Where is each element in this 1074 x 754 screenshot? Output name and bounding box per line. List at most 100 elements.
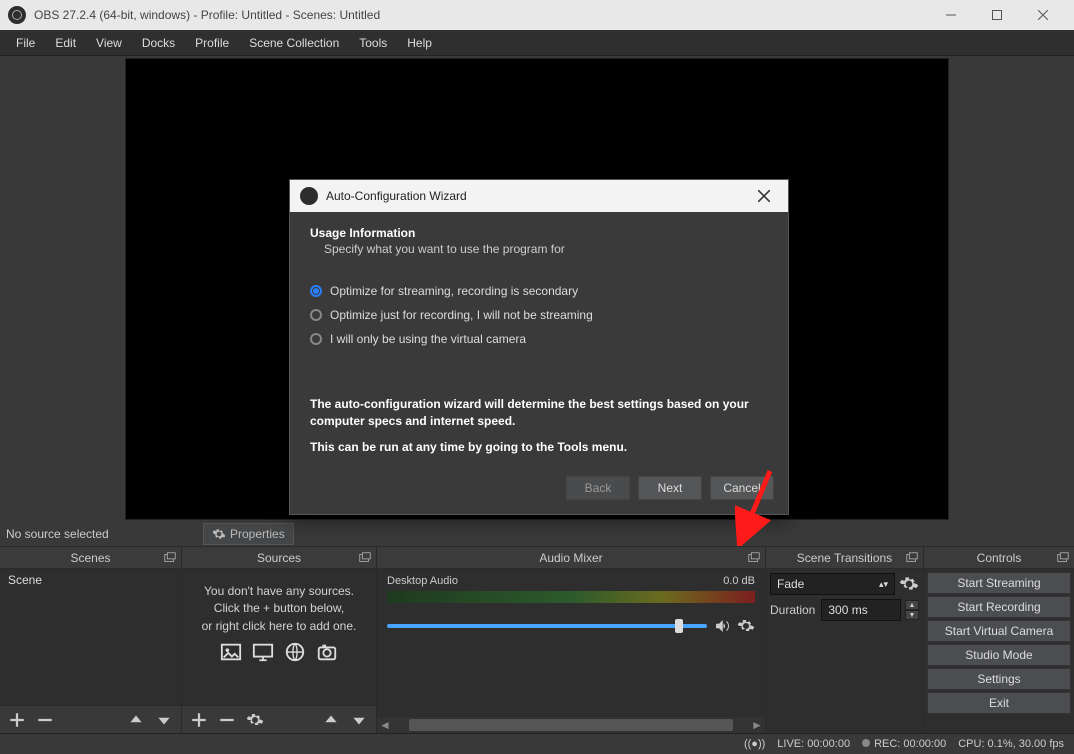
auto-config-wizard-dialog: Auto-Configuration Wizard Usage Informat… <box>289 179 789 515</box>
status-live: LIVE: 00:00:00 <box>777 738 850 750</box>
broadcast-icon: ((●)) <box>744 738 765 750</box>
gear-icon <box>212 527 226 541</box>
status-bar: ((●)) LIVE: 00:00:00 REC: 00:00:00 CPU: … <box>0 733 1074 754</box>
menu-help[interactable]: Help <box>397 32 442 54</box>
camera-icon <box>314 641 340 663</box>
scene-item[interactable]: Scene <box>0 569 181 591</box>
gear-icon[interactable] <box>899 574 919 594</box>
audio-mixer-panel: Audio Mixer Desktop Audio 0.0 dB ◄ <box>377 547 766 733</box>
slider-thumb[interactable] <box>675 619 683 633</box>
popout-icon[interactable] <box>905 551 919 565</box>
controls-header[interactable]: Controls <box>924 547 1074 569</box>
window-title: OBS 27.2.4 (64-bit, windows) - Profile: … <box>34 8 928 22</box>
meter-scale <box>387 603 755 613</box>
popout-icon[interactable] <box>163 551 177 565</box>
duration-up-button[interactable]: ▲ <box>905 600 919 610</box>
window-maximize-button[interactable] <box>974 0 1020 30</box>
popout-icon[interactable] <box>747 551 761 565</box>
exit-button[interactable]: Exit <box>927 692 1071 714</box>
start-virtual-camera-button[interactable]: Start Virtual Camera <box>927 620 1071 642</box>
wizard-description-1: The auto-configuration wizard will deter… <box>310 396 768 430</box>
menu-docks[interactable]: Docks <box>132 32 185 54</box>
remove-source-button[interactable] <box>218 711 236 729</box>
obs-logo-icon <box>300 187 318 205</box>
sources-list[interactable]: You don't have any sources. Click the + … <box>182 569 376 705</box>
move-source-up-button[interactable] <box>322 711 340 729</box>
wizard-subheading: Specify what you want to use the program… <box>310 242 768 256</box>
transitions-title: Scene Transitions <box>797 551 892 565</box>
radio-icon[interactable] <box>310 309 322 321</box>
studio-mode-button[interactable]: Studio Mode <box>927 644 1071 666</box>
rec-dot-icon <box>862 739 870 747</box>
wizard-back-button[interactable]: Back <box>566 476 630 500</box>
sources-header[interactable]: Sources <box>182 547 376 569</box>
status-cpu: CPU: 0.1%, 30.00 fps <box>958 738 1064 750</box>
scenes-panel: Scenes Scene <box>0 547 182 733</box>
mixer-body: Desktop Audio 0.0 dB ◄ ► <box>377 569 765 733</box>
duration-down-button[interactable]: ▼ <box>905 610 919 620</box>
properties-label: Properties <box>230 527 285 541</box>
settings-button[interactable]: Settings <box>927 668 1071 690</box>
obs-logo-icon <box>8 6 26 24</box>
menu-tools[interactable]: Tools <box>349 32 397 54</box>
controls-panel: Controls Start Streaming Start Recording… <box>924 547 1074 733</box>
transitions-body: Fade ▴▾ Duration 300 ms ▲ ▼ <box>766 569 923 733</box>
menu-scene-collection[interactable]: Scene Collection <box>239 32 349 54</box>
mixer-header[interactable]: Audio Mixer <box>377 547 765 569</box>
gear-icon[interactable] <box>737 617 755 635</box>
wizard-next-button[interactable]: Next <box>638 476 702 500</box>
menu-bar: File Edit View Docks Profile Scene Colle… <box>0 30 1074 56</box>
chevron-updown-icon: ▴▾ <box>879 579 888 590</box>
move-source-down-button[interactable] <box>350 711 368 729</box>
radio-icon[interactable] <box>310 285 322 297</box>
scenes-list[interactable]: Scene <box>0 569 181 705</box>
menu-view[interactable]: View <box>86 32 132 54</box>
add-scene-button[interactable] <box>8 711 26 729</box>
add-source-button[interactable] <box>190 711 208 729</box>
transition-select[interactable]: Fade ▴▾ <box>770 573 895 595</box>
menu-profile[interactable]: Profile <box>185 32 239 54</box>
scrollbar-thumb[interactable] <box>409 719 733 731</box>
volume-slider[interactable] <box>387 624 707 628</box>
sources-title: Sources <box>257 551 301 565</box>
properties-button[interactable]: Properties <box>203 523 294 545</box>
image-icon <box>218 641 244 663</box>
window-close-button[interactable] <box>1020 0 1066 30</box>
sources-empty-line3: or right click here to add one. <box>190 618 368 635</box>
popout-icon[interactable] <box>1056 551 1070 565</box>
sources-panel: Sources You don't have any sources. Clic… <box>182 547 377 733</box>
window-titlebar: OBS 27.2.4 (64-bit, windows) - Profile: … <box>0 0 1074 30</box>
menu-edit[interactable]: Edit <box>45 32 86 54</box>
wizard-close-button[interactable] <box>750 182 778 210</box>
dock-panels: Scenes Scene Sources You don't have any … <box>0 547 1074 733</box>
window-minimize-button[interactable] <box>928 0 974 30</box>
duration-input[interactable]: 300 ms <box>821 599 901 621</box>
radio-icon[interactable] <box>310 333 322 345</box>
wizard-option-streaming[interactable]: Optimize for streaming, recording is sec… <box>310 284 768 298</box>
wizard-option-recording[interactable]: Optimize just for recording, I will not … <box>310 308 768 322</box>
mixer-scrollbar[interactable]: ◄ ► <box>377 717 765 733</box>
speaker-icon[interactable] <box>713 617 731 635</box>
scroll-left-icon[interactable]: ◄ <box>377 717 393 733</box>
source-settings-button[interactable] <box>246 711 264 729</box>
start-streaming-button[interactable]: Start Streaming <box>927 572 1071 594</box>
move-scene-up-button[interactable] <box>127 711 145 729</box>
display-icon <box>250 641 276 663</box>
mixer-title: Audio Mixer <box>539 551 602 565</box>
scenes-header[interactable]: Scenes <box>0 547 181 569</box>
transitions-header[interactable]: Scene Transitions <box>766 547 923 569</box>
wizard-option-label: I will only be using the virtual camera <box>330 332 526 346</box>
scroll-right-icon[interactable]: ► <box>749 717 765 733</box>
popout-icon[interactable] <box>358 551 372 565</box>
wizard-option-virtual-camera[interactable]: I will only be using the virtual camera <box>310 332 768 346</box>
duration-label: Duration <box>770 603 817 617</box>
wizard-cancel-button[interactable]: Cancel <box>710 476 774 500</box>
mixer-channel-db: 0.0 dB <box>723 575 755 587</box>
wizard-title: Auto-Configuration Wizard <box>326 189 750 203</box>
remove-scene-button[interactable] <box>36 711 54 729</box>
wizard-titlebar[interactable]: Auto-Configuration Wizard <box>290 180 788 212</box>
start-recording-button[interactable]: Start Recording <box>927 596 1071 618</box>
controls-title: Controls <box>977 551 1022 565</box>
menu-file[interactable]: File <box>6 32 45 54</box>
move-scene-down-button[interactable] <box>155 711 173 729</box>
